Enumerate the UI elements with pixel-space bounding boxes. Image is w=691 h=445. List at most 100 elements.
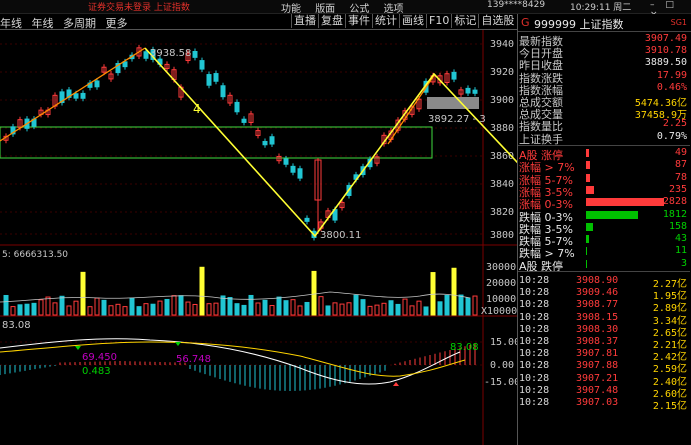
volume-bar [472, 295, 478, 316]
tick-time: 10:28 [519, 384, 550, 396]
tab-f10[interactable]: F10 [426, 14, 451, 28]
main-menu: 功能 版面 公式 选项 [281, 0, 415, 15]
tick-price: 3907.88 [576, 360, 619, 372]
breadth-count: 158 [668, 220, 687, 232]
volume-bar [185, 301, 191, 316]
price-tick: 3880 [490, 123, 514, 134]
vol-tick: 20000 [486, 278, 516, 289]
volume-bar [38, 299, 44, 316]
volume-bar [283, 300, 289, 316]
price-tick: 3900 [490, 95, 514, 106]
volume-bar [241, 304, 247, 316]
volume-bar [66, 305, 72, 316]
volume-bar [122, 306, 128, 316]
breadth-row: A股 跌停 3 [518, 257, 690, 273]
volume-bar [395, 303, 401, 316]
volume-bar [465, 297, 471, 316]
tab-year-line-2[interactable]: 年线 [32, 17, 54, 30]
candle [143, 51, 149, 59]
quote-row: 最新指数 3907.49 [518, 33, 690, 48]
volume-label: 5: 6666313.50 [2, 250, 68, 260]
quote-value: 3889.50 [644, 57, 687, 69]
volume-bar [269, 305, 275, 316]
breadth-row: 跌幅 3-5% 158 [518, 220, 690, 236]
tab-stats[interactable]: 统计 [372, 14, 399, 28]
volume-bar [17, 304, 23, 316]
kline-chart[interactable]: 3940 3920 3900 3880 3860 3840 3820 3800 … [0, 30, 517, 445]
quote-row: 上证换手 0.79% [518, 131, 690, 146]
tab-live[interactable]: 直播 [291, 14, 318, 28]
volume-bar [353, 294, 359, 316]
breadth-row: 涨幅 5-7% 78 [518, 172, 690, 187]
quote-value: 2.25 [662, 118, 687, 130]
login-warning[interactable]: 证券交易未登录 上证指数 [88, 0, 190, 13]
quote-header: G 999999 上证指数 SG1 [518, 14, 691, 32]
volume-bar [276, 296, 282, 316]
clock: 10:29:11 周二 [570, 3, 632, 13]
quote-panel: G 999999 上证指数 SG1 最新指数 3907.49 今日开盘 3910.78… [517, 14, 691, 445]
sg-badge: SG1 [670, 18, 687, 27]
macd-tick: 0.00 [490, 360, 514, 371]
tick-row: 10:28 3909.46 1.95亿 [518, 287, 690, 302]
candle [283, 158, 289, 165]
candle [465, 87, 471, 94]
quote-row: 指数涨跌 17.99 [518, 70, 690, 85]
volume-bar [87, 306, 93, 316]
candle [234, 101, 240, 113]
breadth-row: 跌幅 5-7% 43 [518, 233, 690, 248]
volume-bar [108, 305, 114, 316]
volume-bar [430, 272, 436, 316]
volume-bar [73, 300, 79, 316]
tab-more[interactable]: 更多 [106, 17, 128, 30]
breadth-bar [586, 259, 587, 268]
macd-tick: -15.00 [484, 377, 517, 388]
breadth-count: 235 [668, 183, 687, 195]
breadth-row: A股 涨停 49 [518, 147, 690, 162]
volume-bar [220, 295, 226, 316]
tab-replay[interactable]: 复盘 [318, 14, 345, 28]
tick-time: 10:28 [519, 311, 550, 323]
down-arrow-icon [175, 342, 181, 346]
tab-year-line-1[interactable]: 年线 [0, 17, 22, 30]
volume-bar [101, 299, 107, 316]
breadth-row: 涨幅 0-3% 2828 [518, 196, 690, 211]
tick-time: 10:28 [519, 287, 550, 299]
volume-bar [374, 304, 380, 316]
candle [241, 118, 247, 123]
tab-watchlist[interactable]: 自选股 [478, 14, 516, 28]
volume-bar [346, 302, 352, 316]
candle [297, 168, 303, 179]
macd-annotation: 0.483 [82, 366, 111, 377]
index-code-name[interactable]: 999999 上证指数 [534, 16, 624, 32]
volume-bar [255, 302, 261, 316]
volume-bar [416, 300, 422, 316]
tab-mark[interactable]: 标记 [451, 14, 478, 28]
macd-tick: 15.00 [490, 337, 517, 348]
quote-value: 3907.49 [644, 33, 687, 44]
user-account[interactable]: 139****8429 [487, 0, 545, 10]
volume-bar [206, 303, 212, 316]
volume-bar [213, 302, 219, 316]
volume-bar [332, 302, 338, 316]
quote-value: 0.46% [656, 81, 687, 93]
last-label: 3892.27 - 3 [428, 114, 486, 125]
volume-bar [381, 302, 387, 316]
tick-price: 3908.90 [576, 275, 619, 286]
volume-bar [360, 299, 366, 316]
breadth-bar [586, 247, 587, 256]
volume-bar [290, 299, 296, 316]
volume-bar [10, 306, 16, 316]
volume-bar [129, 297, 135, 316]
tab-multi-period[interactable]: 多周期 [63, 17, 96, 30]
breadth-count: 3 [680, 257, 687, 269]
g-icon: G [521, 16, 530, 29]
volume-bar [164, 298, 170, 316]
down-arrow-icon [75, 346, 81, 350]
volume-bar [297, 305, 303, 316]
volume-bar [199, 266, 205, 316]
tick-row: 10:28 3908.37 2.21亿 [518, 336, 690, 351]
candle [269, 136, 275, 145]
volume-bar [367, 305, 373, 316]
tab-events[interactable]: 事件 [345, 14, 372, 28]
tab-draw[interactable]: 画线 [399, 14, 426, 28]
